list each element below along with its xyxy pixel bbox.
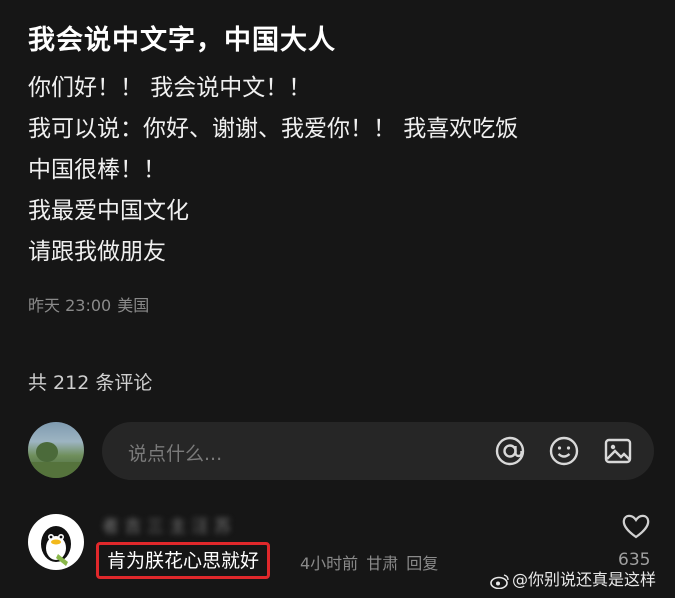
post-line: 中国很棒！！	[28, 157, 166, 183]
at-icon[interactable]	[494, 435, 526, 467]
post-title: 我会说中文字，中国大人	[28, 25, 336, 56]
watermark-text: @你别说还真是这样	[512, 570, 657, 589]
post-line: 我可以说：你好、谢谢、我爱你！！ 我喜欢吃饭	[28, 116, 519, 142]
post-time: 昨天 23:00	[28, 296, 112, 315]
post-meta: 昨天 23:00 美国	[28, 292, 149, 316]
post-line: 你们好！！ 我会说中文！！	[28, 75, 312, 101]
post-body: 你们好！！ 我会说中文！！ 我可以说：你好、谢谢、我爱你！！ 我喜欢吃饭 中国很…	[28, 68, 648, 273]
reply-button[interactable]: 回复	[406, 554, 438, 573]
post-line: 我最爱中国文化	[28, 198, 189, 224]
avatar[interactable]	[28, 422, 84, 478]
watermark: @你别说还真是这样	[490, 566, 656, 590]
comment-input[interactable]: 说点什么...	[102, 422, 654, 480]
comment-composer: 说点什么...	[28, 422, 654, 482]
heart-icon[interactable]	[621, 512, 651, 540]
comment-meta: 4小时前 甘肃 回复	[300, 550, 438, 574]
comment-text: 肯为朕花心思就好	[96, 542, 271, 579]
post-location: 美国	[117, 296, 150, 315]
comment-input-placeholder: 说点什么...	[128, 443, 223, 465]
avatar[interactable]	[28, 514, 84, 570]
weibo-icon	[490, 573, 510, 589]
emoji-icon[interactable]	[548, 435, 580, 467]
comment-username[interactable]: 者 吉 三 主 汪 苏	[102, 512, 231, 537]
like-button[interactable]	[618, 512, 654, 544]
post-line: 请跟我做朋友	[28, 239, 166, 265]
comment-location: 甘肃	[366, 554, 399, 573]
comment-count: 共 212 条评论	[28, 372, 153, 394]
comment-time: 4小时前	[300, 554, 359, 573]
image-icon[interactable]	[602, 435, 634, 467]
